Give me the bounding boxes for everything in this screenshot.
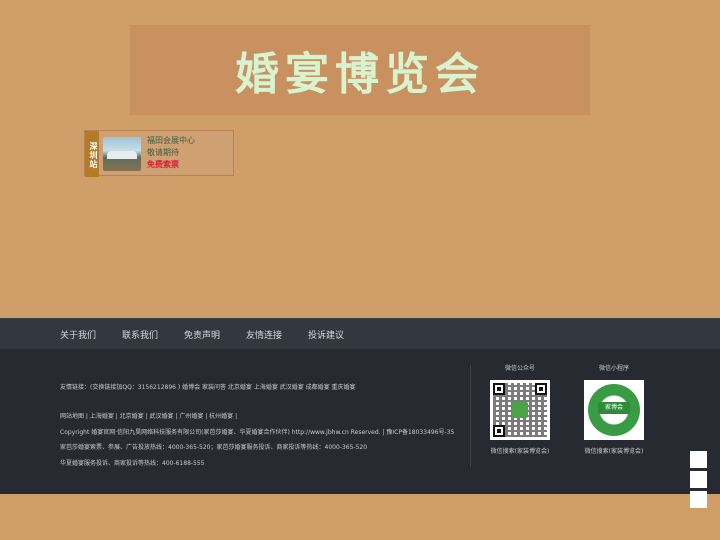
mini-program-code-icon: 家博会 [584, 380, 644, 440]
hotline-line: 家芭莎婚宴索票、参展、广告投放热线：4000-365-520；家芭莎婚宴服务投诉… [60, 444, 368, 451]
free-ticket-link[interactable]: 免费索票 [147, 159, 195, 171]
side-button-top[interactable] [690, 451, 707, 468]
banner-title: 婚宴博览会 [235, 49, 485, 100]
footer-divider [470, 365, 471, 467]
footer-nav-complaints[interactable]: 投诉建议 [308, 328, 344, 341]
venue-status: 敬请期待 [147, 148, 179, 157]
copyright-line: Copyright 婚宴官网·信阳九昊网络科技服务有限公司(家芭莎婚宴、华夏婚宴… [60, 429, 455, 436]
mini-program-badge: 家博会 [598, 402, 630, 414]
footer-nav-friend-links[interactable]: 友情连接 [246, 328, 282, 341]
complaint-hotline-line: 华夏婚宴服务投诉、商家投诉等热线：400-6188-555 [60, 460, 205, 467]
qr-mini-caption: 微信搜索(家装博览会) [584, 448, 644, 455]
qr-code-icon [490, 380, 550, 440]
qr-official-caption: 微信搜索(家装博览会) [490, 448, 550, 455]
sitemap-line[interactable]: 网站地图 | 上海婚宴 | 北京婚宴 | 武汉婚宴 | 广州婚宴 | 杭州婚宴 … [60, 411, 237, 420]
qr-mini-label: 微信小程序 [598, 365, 629, 372]
footer-nav-contact[interactable]: 联系我们 [122, 328, 158, 341]
venue-card[interactable]: 深圳站 福田会展中心 敬请期待 免费索票 [84, 130, 234, 177]
footer-nav: 关于我们 联系我们 免责声明 友情连接 投诉建议 [0, 318, 720, 350]
footer-nav-about[interactable]: 关于我们 [60, 328, 96, 341]
friend-links-line[interactable]: 友情链接：(交换链接加QQ：3156212896 ) 婚博会 家装问答 北京婚宴… [60, 382, 356, 391]
footer-nav-disclaimer[interactable]: 免责声明 [184, 328, 220, 341]
side-button-bottom[interactable] [690, 491, 707, 508]
venue-photo[interactable] [103, 137, 141, 171]
qr-mini-program: 微信小程序 家博会 微信搜索(家装博览会) [574, 363, 654, 455]
footer-main: 友情链接：(交换链接加QQ：3156212896 ) 婚博会 家装问答 北京婚宴… [0, 349, 720, 494]
banner: 婚宴博览会 [130, 25, 590, 115]
qr-official-account: 微信公众号 微信搜索(家装博览会) [480, 363, 560, 455]
floating-side-buttons [690, 451, 707, 511]
venue-name[interactable]: 福田会展中心 [147, 135, 195, 147]
side-button-middle[interactable] [690, 471, 707, 488]
city-tag: 深圳站 [85, 131, 99, 177]
qr-official-label: 微信公众号 [504, 365, 535, 372]
